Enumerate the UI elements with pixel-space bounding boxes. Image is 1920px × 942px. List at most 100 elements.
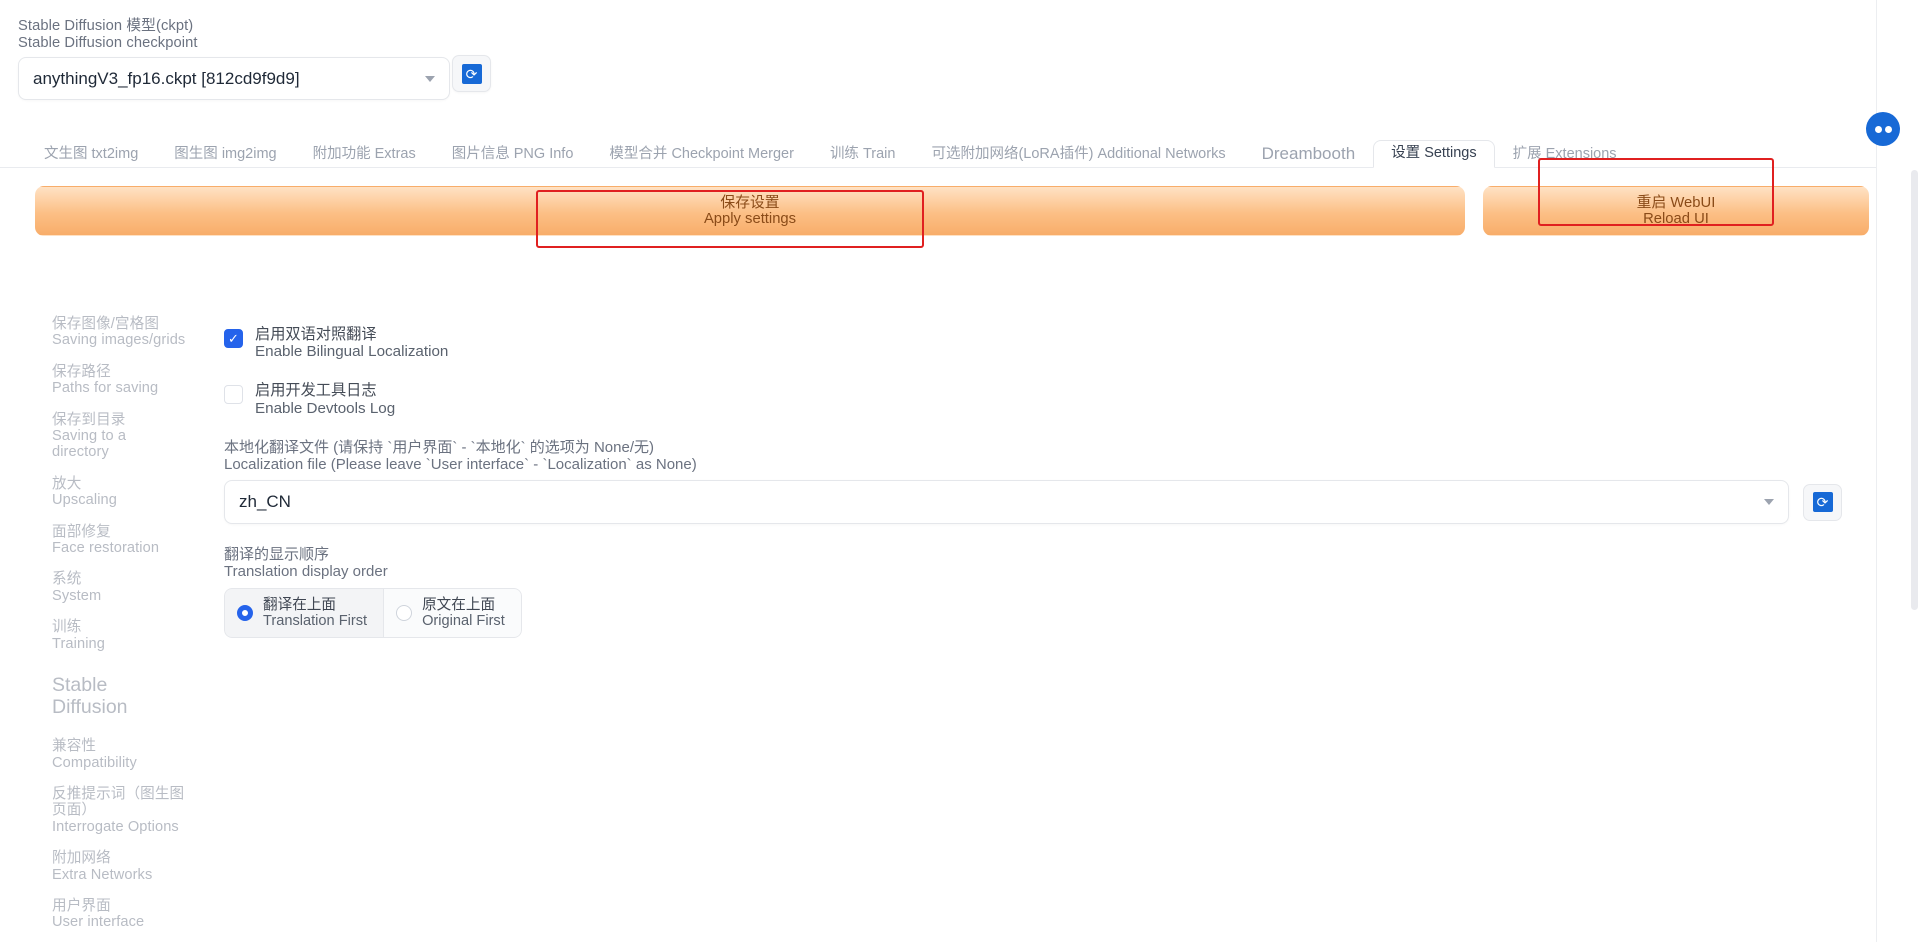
- localization-file-row: zh_CN ⟳: [224, 480, 1876, 525]
- tab-label-zh: 附加功能: [312, 145, 371, 162]
- sidebar-label-en: Paths for saving: [52, 380, 159, 397]
- apply-settings-label-zh: 保存设置: [720, 194, 780, 211]
- radio-dot-original-first[interactable]: [396, 605, 413, 622]
- tab-settings[interactable]: 设置 Settings: [1373, 139, 1495, 168]
- checkpoint-label-zh: Stable Diffusion 模型(ckpt): [18, 18, 194, 34]
- tab-label-en: Extras: [374, 145, 416, 162]
- checkpoint-label: Stable Diffusion 模型(ckpt) Stable Diffusi…: [18, 18, 538, 51]
- apply-settings-button[interactable]: 保存设置 Apply settings: [35, 186, 1465, 236]
- checkbox-bilingual-label-en: Enable Bilingual Localization: [255, 343, 449, 361]
- radio-label-en: Translation First: [263, 613, 368, 630]
- radio-option-translation-first[interactable]: 翻译在上面 Translation First: [224, 587, 384, 639]
- checkbox-devtools-label-zh: 启用开发工具日志: [255, 382, 377, 400]
- sidebar-label-en: Saving images/grids: [52, 332, 186, 349]
- tab-label-zh: 可选附加网络(LoRA插件): [931, 145, 1094, 162]
- sidebar-item-extra-networks[interactable]: 附加网络 Extra Networks: [52, 850, 186, 883]
- checkbox-bilingual-label: 启用双语对照翻译 Enable Bilingual Localization: [255, 326, 448, 360]
- sidebar-section-header-stable-diffusion: Stable Diffusion: [52, 674, 128, 719]
- radio-option-original-first[interactable]: 原文在上面 Original First: [383, 587, 522, 639]
- tab-additional-networks[interactable]: 可选附加网络(LoRA插件) Additional Networks: [913, 141, 1243, 169]
- settings-sidebar: 保存图像/宫格图 Saving images/grids 保存路径 Paths …: [0, 288, 186, 938]
- refresh-localization-button[interactable]: ⟳: [1803, 483, 1842, 521]
- tab-label-en: Train: [862, 145, 896, 162]
- settings-action-bar: 保存设置 Apply settings 重启 WebUI Reload UI: [35, 186, 1869, 236]
- refresh-icon: ⟳: [1812, 492, 1833, 513]
- apply-settings-label-en: Apply settings: [703, 211, 797, 227]
- checkpoint-dropdown[interactable]: anythingV3_fp16.ckpt [812cd9f9d9]: [18, 57, 450, 100]
- localization-label-en: Localization file (Please leave `User in…: [224, 456, 697, 474]
- tab-label-en: img2img: [221, 145, 277, 162]
- reload-ui-label-zh: 重启 WebUI: [1636, 194, 1716, 211]
- localization-file-label: 本地化翻译文件 (请保持 `用户界面` - `本地化` 的选项为 None/无)…: [224, 439, 1876, 473]
- tab-label-en: Additional Networks: [1097, 145, 1226, 162]
- refresh-checkpoints-button[interactable]: ⟳: [452, 55, 491, 92]
- tab-img2img[interactable]: 图生图 img2img: [156, 141, 294, 169]
- tab-label-en: Dreambooth: [1261, 143, 1356, 163]
- sidebar-item-saving-to-directory[interactable]: 保存到目录 Saving to a directory: [52, 412, 186, 461]
- sidebar-item-face-restoration[interactable]: 面部修复 Face restoration: [52, 524, 186, 557]
- setting-enable-bilingual-localization[interactable]: ✓ 启用双语对照翻译 Enable Bilingual Localization: [224, 326, 1876, 360]
- stable-diffusion-webui-settings-page: Stable Diffusion 模型(ckpt) Stable Diffusi…: [0, 0, 1920, 942]
- sidebar-label-zh: 反推提示词（图生图页面）: [52, 785, 185, 819]
- setting-enable-devtools-log[interactable]: 启用开发工具日志 Enable Devtools Log: [224, 382, 1876, 417]
- tab-label-zh: 文生图: [44, 145, 88, 162]
- tab-png-info[interactable]: 图片信息 PNG Info: [434, 141, 592, 169]
- dot-icon: [1884, 125, 1892, 133]
- sidebar-label-zh: 面部修复: [52, 523, 111, 540]
- settings-panel: ✓ 启用双语对照翻译 Enable Bilingual Localization…: [186, 288, 1876, 938]
- sidebar-item-interrogate-options[interactable]: 反推提示词（图生图页面） Interrogate Options: [52, 786, 186, 835]
- dot-icon: [1874, 125, 1882, 133]
- checkbox-devtools-label: 启用开发工具日志 Enable Devtools Log: [255, 382, 395, 416]
- checkpoint-label-en: Stable Diffusion checkpoint: [18, 34, 198, 51]
- tab-train[interactable]: 训练 Train: [812, 141, 914, 169]
- sidebar-item-saving-images[interactable]: 保存图像/宫格图 Saving images/grids: [52, 316, 186, 349]
- sidebar-item-compatibility[interactable]: 兼容性 Compatibility: [52, 738, 186, 771]
- tab-label-en: Settings: [1424, 144, 1477, 161]
- sidebar-label-en: Compatibility: [52, 754, 137, 771]
- floating-assistant-badge[interactable]: [1866, 112, 1900, 146]
- sidebar-label-zh: 训练: [52, 619, 82, 636]
- tab-dreambooth[interactable]: Dreambooth: [1244, 132, 1374, 169]
- sidebar-label-en: Training: [52, 635, 105, 652]
- sidebar-label-en: System: [52, 587, 102, 604]
- localization-file-dropdown[interactable]: zh_CN: [224, 480, 1789, 525]
- sidebar-item-user-interface[interactable]: 用户界面 User interface: [52, 898, 186, 931]
- page-scrollbar[interactable]: [1911, 170, 1918, 610]
- chevron-down-icon: [425, 75, 435, 82]
- radio-dot-translation-first[interactable]: [237, 605, 253, 622]
- reload-ui-button[interactable]: 重启 WebUI Reload UI: [1483, 186, 1869, 236]
- tab-label-zh: 图片信息: [451, 145, 510, 162]
- checkbox-devtools-label-en: Enable Devtools Log: [255, 399, 396, 417]
- tab-label-zh: 图生图: [174, 145, 218, 162]
- tab-label-zh: 模型合并: [609, 145, 668, 162]
- chevron-down-icon: [1764, 499, 1774, 506]
- tab-txt2img[interactable]: 文生图 txt2img: [26, 141, 156, 169]
- tab-extensions[interactable]: 扩展 Extensions: [1495, 141, 1635, 169]
- sidebar-label-zh: 用户界面: [52, 897, 111, 914]
- sidebar-item-upscaling[interactable]: 放大 Upscaling: [52, 476, 186, 509]
- tab-label-en: PNG Info: [513, 145, 574, 162]
- refresh-icon: ⟳: [461, 63, 482, 84]
- sidebar-item-system[interactable]: 系统 System: [52, 571, 186, 604]
- radio-label-zh: 翻译在上面: [263, 596, 336, 613]
- tab-label-en: Checkpoint Merger: [671, 145, 794, 162]
- checkbox-devtools-log[interactable]: [224, 385, 243, 405]
- sidebar-label-zh: 放大: [52, 475, 82, 492]
- sidebar-label-en: Upscaling: [52, 492, 117, 509]
- tab-label-en: txt2img: [91, 145, 139, 162]
- checkbox-bilingual-localization[interactable]: ✓: [224, 329, 243, 348]
- tab-checkpoint-merger[interactable]: 模型合并 Checkpoint Merger: [591, 141, 812, 169]
- sidebar-item-paths-for-saving[interactable]: 保存路径 Paths for saving: [52, 364, 186, 397]
- tab-label-zh: 训练: [829, 145, 859, 162]
- checkbox-bilingual-label-zh: 启用双语对照翻译: [255, 326, 377, 343]
- display-order-label-zh: 翻译的显示顺序: [224, 546, 330, 564]
- tab-extras[interactable]: 附加功能 Extras: [295, 141, 434, 169]
- settings-body: 保存图像/宫格图 Saving images/grids 保存路径 Paths …: [0, 288, 1876, 938]
- sidebar-label-zh: 保存到目录: [52, 411, 126, 428]
- tab-label-zh: 扩展: [1512, 145, 1542, 162]
- radio-label-zh: 原文在上面: [422, 596, 496, 613]
- sidebar-label-en: User interface: [52, 914, 145, 931]
- sidebar-item-training[interactable]: 训练 Training: [52, 619, 186, 652]
- radio-label-en: Original First: [422, 613, 505, 630]
- translation-display-order-radio-group: 翻译在上面 Translation First 原文在上面 Original F…: [224, 587, 522, 639]
